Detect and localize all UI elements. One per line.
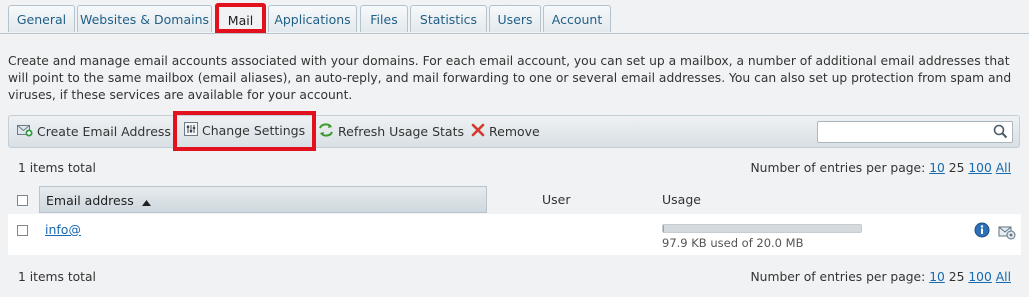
entries-per-page-label: Number of entries per page: [750,161,926,175]
refresh-usage-stats-button[interactable]: Refresh Usage Stats [318,116,464,147]
info-icon[interactable] [974,222,990,241]
search-box [817,121,1013,143]
per-page-10-link[interactable]: 10 [929,270,945,284]
column-email-label: Email address [46,193,134,208]
row-checkbox[interactable] [17,225,28,236]
per-page-100-link[interactable]: 100 [968,270,991,284]
per-page-all-link[interactable]: All [996,161,1011,175]
mail-add-icon [17,117,33,148]
create-email-address-label: Create Email Address [37,124,171,139]
select-all-checkbox[interactable] [17,195,28,206]
column-header-usage[interactable]: Usage [662,186,701,213]
tab-mail[interactable]: Mail [215,3,266,33]
usage-progress-fill [663,225,664,232]
create-email-address-button[interactable]: Create Email Address [17,116,171,147]
usage-text: 97.9 KB used of 20.0 MB [662,236,804,250]
table-row: info@ 97.9 KB used of 20.0 MB [8,214,1021,255]
entries-per-page-label: Number of entries per page: [750,270,926,284]
usage-progress-bar [662,224,862,233]
tab-files[interactable]: Files [360,5,408,32]
toolbar: Create Email Address Change Settings Ref… [8,111,1020,151]
tab-general[interactable]: General [8,5,75,32]
per-page-25-current: 25 [948,161,965,175]
tab-statistics[interactable]: Statistics [410,5,487,32]
email-address-link[interactable]: info@ [45,222,81,237]
change-settings-label: Change Settings [202,123,306,138]
column-header-email[interactable]: Email address [39,186,487,213]
remove-label: Remove [489,124,540,139]
per-page-100-link[interactable]: 100 [968,161,991,175]
remove-x-icon [471,117,485,148]
per-page-10-link[interactable]: 10 [929,161,945,175]
refresh-usage-stats-label: Refresh Usage Stats [338,124,465,139]
sort-ascending-icon [141,188,151,215]
search-input[interactable] [821,123,995,143]
per-page-all-link[interactable]: All [996,270,1011,284]
settings-sliders-icon [184,116,198,148]
column-header-user[interactable]: User [542,186,571,213]
search-icon[interactable] [993,124,1008,142]
tab-users[interactable]: Users [489,5,541,32]
items-total: 1 items total [18,161,96,175]
remove-button[interactable]: Remove [471,116,540,147]
table-header: Email address User Usage [8,186,1021,213]
entries-per-page-bottom: Number of entries per page: 10 25 100 Al… [750,270,1011,284]
per-page-25-current: 25 [948,270,965,284]
items-total-bottom: 1 items total [18,270,96,284]
tab-bar: General Websites & Domains Mail Applicat… [0,0,1029,34]
change-settings-button[interactable]: Change Settings [173,111,317,151]
refresh-icon [318,117,334,148]
page-description: Create and manage email accounts associa… [8,54,1012,102]
entries-per-page: Number of entries per page: 10 25 100 Al… [750,161,1011,175]
tab-websites-domains[interactable]: Websites & Domains [77,5,212,32]
tab-account[interactable]: Account [543,5,611,32]
tab-applications[interactable]: Applications [268,5,357,32]
mail-settings-icon[interactable] [998,224,1016,243]
